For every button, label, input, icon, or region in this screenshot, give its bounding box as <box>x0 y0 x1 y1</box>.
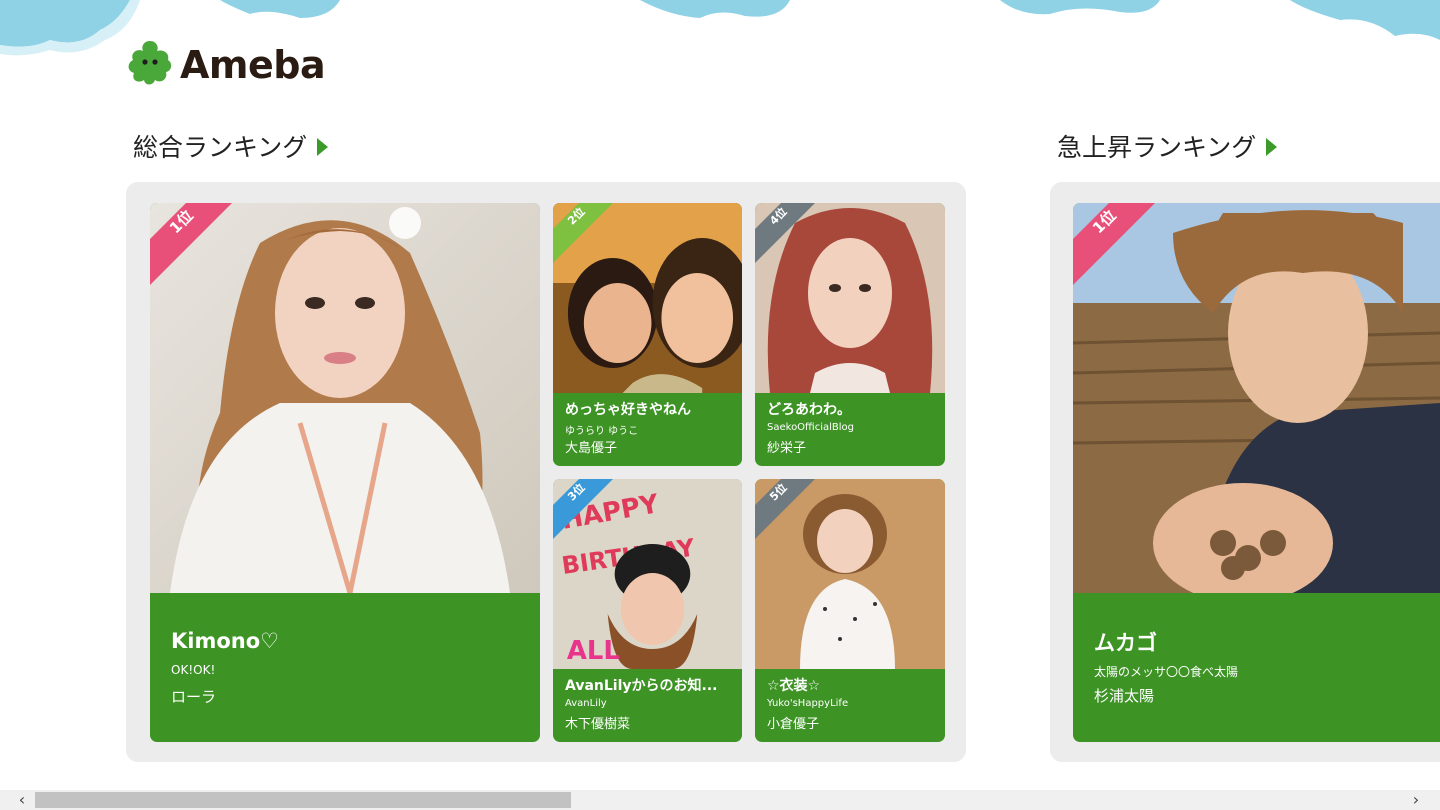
rising-ranking-panel: 1位 ムカゴ 太陽のメッサ〇〇食べ太陽 杉浦太陽 <box>1050 182 1440 762</box>
blog-name: 太陽のメッサ〇〇食べ太陽 <box>1094 665 1239 679</box>
ranking-card-1[interactable]: 1位 Kimono♡ OK!OK! ローラ <box>150 203 540 742</box>
logo-text: Ameba <box>180 43 326 87</box>
author-name: 小倉優子 <box>767 717 820 732</box>
ranking-card-5[interactable]: 5位 ☆衣装☆ Yuko'sHappyLife 小倉優子 <box>755 479 945 742</box>
rising-card-1[interactable]: 1位 ムカゴ 太陽のメッサ〇〇食べ太陽 杉浦太陽 <box>1073 203 1440 742</box>
card-caption: Kimono♡ OK!OK! ローラ <box>150 593 540 742</box>
rank-badge: 5位 <box>755 479 815 539</box>
ameba-mascot-icon <box>126 38 174 92</box>
play-arrow-icon <box>1266 138 1278 156</box>
author-name: 紗栄子 <box>767 441 807 456</box>
svg-text:ALL: ALL <box>567 636 620 666</box>
section-title-rising-label: 急上昇ランキング <box>1057 133 1257 162</box>
blog-name: ゆうらり ゆうこ <box>565 426 639 437</box>
post-title: AvanLilyからのお知... <box>565 678 718 694</box>
author-name: 大島優子 <box>565 441 618 456</box>
author-name: ローラ <box>171 688 217 706</box>
card-caption: AvanLilyからのお知... AvanLily 木下優樹菜 <box>553 669 742 742</box>
author-name: 杉浦太陽 <box>1094 687 1155 705</box>
rank-badge: 2位 <box>553 203 613 263</box>
section-title-overall-label: 総合ランキング <box>133 133 308 162</box>
post-title: めっちゃ好きやねん <box>565 402 691 418</box>
rank-badge: 1位 <box>1073 203 1155 285</box>
author-name: 木下優樹菜 <box>565 717 631 732</box>
card-caption: どろあわわ。 SaekoOfficialBlog 紗栄子 <box>755 393 945 466</box>
post-title: Kimono♡ <box>171 629 279 653</box>
ranking-card-2[interactable]: 2位 めっちゃ好きやねん ゆうらり ゆうこ 大島優子 <box>553 203 742 466</box>
rank-badge: 1位 <box>150 203 232 285</box>
ranking-card-3[interactable]: HAPPY BIRTHDAY ALL 3位 AvanLilyからのお知... A… <box>553 479 742 742</box>
rank-badge: 4位 <box>755 203 815 263</box>
post-title: ☆衣装☆ <box>767 678 821 694</box>
blog-name: AvanLily <box>565 698 607 709</box>
card-caption: ムカゴ 太陽のメッサ〇〇食べ太陽 杉浦太陽 <box>1073 593 1440 742</box>
scrollbar-thumb[interactable] <box>35 792 571 808</box>
section-title-rising[interactable]: 急上昇ランキング <box>1057 128 1278 164</box>
blog-name: OK!OK! <box>171 663 216 677</box>
post-title: ムカゴ <box>1094 631 1157 655</box>
blog-name: Yuko'sHappyLife <box>767 698 849 709</box>
horizontal-scrollbar[interactable]: ‹ › <box>0 790 1440 810</box>
card-caption: めっちゃ好きやねん ゆうらり ゆうこ 大島優子 <box>553 393 742 466</box>
post-title: どろあわわ。 <box>767 402 851 418</box>
chevron-right-icon[interactable]: › <box>1406 790 1426 810</box>
overall-ranking-panel: 1位 Kimono♡ OK!OK! ローラ 2位 めっちゃ好きやねん ゆうらり … <box>126 182 966 762</box>
section-title-overall[interactable]: 総合ランキング <box>133 128 329 164</box>
card-caption: ☆衣装☆ Yuko'sHappyLife 小倉優子 <box>755 669 945 742</box>
ameba-logo[interactable]: Ameba <box>126 38 326 92</box>
ranking-card-4[interactable]: 4位 どろあわわ。 SaekoOfficialBlog 紗栄子 <box>755 203 945 466</box>
blog-name: SaekoOfficialBlog <box>767 422 855 433</box>
chevron-left-icon[interactable]: ‹ <box>12 790 32 810</box>
play-arrow-icon <box>317 138 329 156</box>
rank-badge: 3位 <box>553 479 613 539</box>
